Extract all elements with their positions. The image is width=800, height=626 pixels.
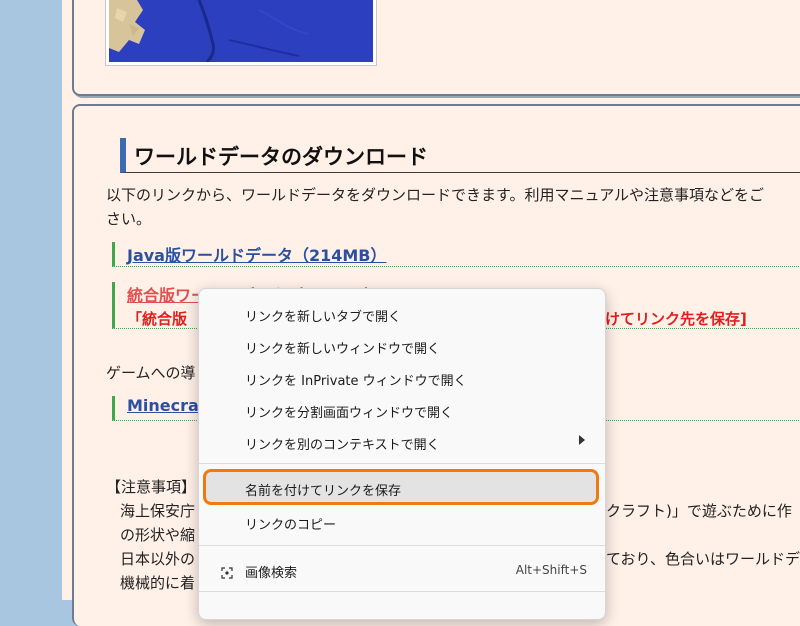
- notes-line1: 海上保安庁: [120, 502, 196, 520]
- menu-item-label: リンクを別のコンテキストで開く: [245, 438, 440, 453]
- notes-line3: 日本以外の: [120, 550, 196, 568]
- menu-item-label: リンクを InPrivate ウィンドウで開く: [245, 374, 467, 389]
- notes-line1-right: クラフト)」で遊ぶために作: [606, 502, 792, 520]
- menu-item-label: リンクのコピー: [245, 518, 337, 533]
- context-menu: リンクを新しいタブで開く リンクを新しいウィンドウで開く リンクを InPriv…: [198, 288, 606, 620]
- menu-item-open-new-window[interactable]: リンクを新しいウィンドウで開く: [199, 331, 605, 363]
- menu-item-open-other-context[interactable]: リンクを別のコンテキストで開く: [199, 427, 605, 459]
- image-search-icon: [221, 564, 233, 579]
- map-image: [106, 0, 376, 65]
- intro-text: 以下のリンクから、ワールドデータをダウンロードできます。利用マニュアルや注意事項…: [106, 186, 765, 204]
- menu-item-image-search[interactable]: 画像検索 Alt+Shift+S: [199, 555, 605, 587]
- integrated-note-left: 「統合版: [127, 310, 188, 328]
- menu-item-save-link-as[interactable]: 名前を付けてリンクを保存: [199, 473, 605, 505]
- game-intro-text: ゲームへの導: [106, 364, 196, 382]
- notes-line2: の形状や縮: [120, 526, 196, 544]
- section-heading: ワールドデータのダウンロード: [120, 138, 800, 173]
- menu-item-copy-link[interactable]: リンクのコピー: [199, 507, 605, 539]
- integrated-note-right: けてリンク先を保存]: [605, 310, 747, 328]
- menu-item-open-split-screen[interactable]: リンクを分割画面ウィンドウで開く: [199, 395, 605, 427]
- notes-header: 【注意事項】: [106, 478, 197, 496]
- menu-item-open-new-tab[interactable]: リンクを新しいタブで開く: [199, 299, 605, 331]
- menu-item-label: 名前を付けてリンクを保存: [245, 484, 402, 499]
- menu-item-label: リンクを新しいタブで開く: [245, 310, 402, 325]
- chevron-right-icon: [579, 435, 585, 445]
- section-title: ワールドデータのダウンロード: [134, 145, 428, 169]
- notes-line4: 機械的に着: [120, 574, 196, 592]
- menu-item-label: 画像検索: [245, 566, 298, 581]
- notes-line3-right: ており、色合いはワールドデ: [606, 550, 800, 568]
- menu-separator: [199, 545, 605, 546]
- menu-item-label: リンクを新しいウィンドウで開く: [245, 342, 441, 357]
- shortcut-label: Alt+Shift+S: [515, 563, 587, 577]
- java-download-link[interactable]: Java版ワールドデータ（214MB）: [127, 242, 387, 266]
- menu-separator: [199, 463, 605, 464]
- intro-text-cont: さい。: [106, 210, 152, 228]
- java-link-row: Java版ワールドデータ（214MB）: [112, 242, 800, 267]
- menu-item-label: リンクを分割画面ウィンドウで開く: [245, 406, 454, 421]
- menu-item-open-inprivate[interactable]: リンクを InPrivate ウィンドウで開く: [199, 363, 605, 395]
- menu-separator: [199, 591, 605, 592]
